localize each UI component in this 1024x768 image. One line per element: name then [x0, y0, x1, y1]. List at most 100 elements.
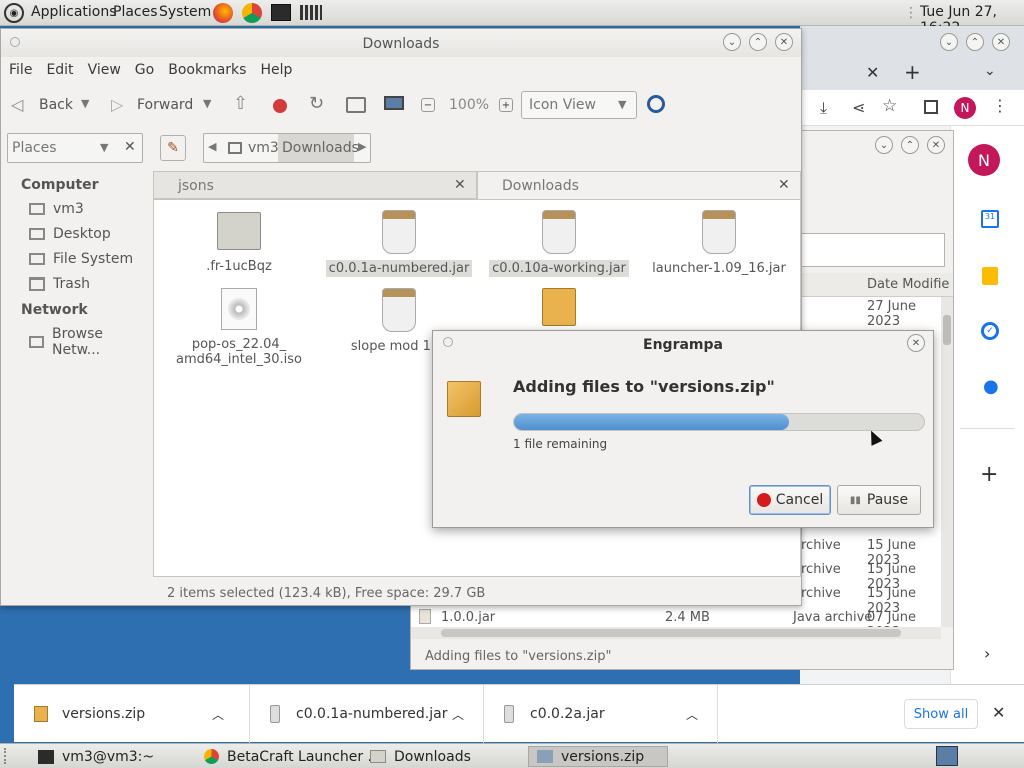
show-all-button[interactable]: Show all [904, 699, 978, 729]
chrome-menu-icon[interactable]: ⋮ [992, 96, 1008, 115]
zoom-in-icon[interactable]: + [499, 98, 513, 112]
sidebar-item-vm3[interactable]: vm3 [29, 201, 84, 217]
tab-close-icon[interactable]: ✕ [454, 177, 466, 193]
close-icon[interactable]: ✕ [775, 33, 793, 51]
profile-avatar[interactable]: N [954, 97, 976, 119]
side-avatar[interactable]: N [968, 144, 1000, 176]
sidebar-item-desktop[interactable]: Desktop [29, 226, 111, 242]
menu-help[interactable]: Help [260, 62, 292, 78]
path-right-icon[interactable]: ▶ [358, 140, 366, 153]
contacts-icon[interactable]: ● [983, 376, 999, 397]
sidebar-select[interactable]: Places ▼ ✕ [7, 133, 143, 163]
close-sidebar-icon[interactable]: ✕ [124, 139, 136, 155]
menu-view[interactable]: View [88, 62, 121, 78]
chrome-close-icon[interactable]: ✕ [992, 33, 1010, 51]
up-icon[interactable]: ⇧ [233, 93, 248, 114]
firefox-icon[interactable] [213, 3, 233, 23]
expand-panel-icon[interactable]: › [984, 644, 990, 663]
download-item[interactable]: c0.0.2a.jar ︿ [484, 685, 718, 743]
places-menu[interactable]: Places [113, 4, 158, 20]
back-history-icon[interactable]: ▼ [81, 97, 89, 110]
pause-button[interactable]: ▮▮ Pause [837, 485, 921, 515]
archive-hscrollbar[interactable] [411, 627, 941, 639]
calendar-icon[interactable]: 31 [981, 210, 999, 228]
task-chrome[interactable]: BetaCraft Launcher ... [204, 746, 381, 767]
chrome-maximize-icon[interactable]: ⌃ [966, 33, 984, 51]
task-terminal[interactable]: vm3@vm3:~ [38, 746, 154, 767]
archive-minimize-icon[interactable]: ⌄ [875, 136, 893, 154]
archive-vscrollbar[interactable] [941, 297, 953, 627]
workspace-switcher[interactable] [936, 746, 958, 766]
menu-bookmarks[interactable]: Bookmarks [168, 62, 246, 78]
file-item[interactable] [484, 288, 634, 332]
file-item[interactable]: .fr-1ucBqz [164, 210, 314, 275]
task-versions-zip[interactable]: versions.zip [528, 746, 668, 767]
chevron-up-icon[interactable]: ︿ [686, 706, 698, 723]
file-item[interactable]: c0.0.1a-numbered.jar [324, 210, 474, 277]
stop-icon[interactable] [273, 99, 287, 113]
view-mode-select[interactable]: Icon View ▼ [521, 91, 637, 119]
forward-button[interactable]: Forward [137, 97, 193, 113]
file-item[interactable]: launcher-1.09_16.jar [644, 210, 794, 277]
edit-location-icon[interactable]: ✎ [160, 135, 186, 161]
chrome-minimize-icon[interactable]: ⌄ [940, 33, 958, 51]
home-icon[interactable] [346, 97, 366, 113]
minimize-icon[interactable]: ⌄ [723, 33, 741, 51]
dialog-close-icon[interactable]: ✕ [907, 334, 925, 352]
tab-close-icon[interactable]: ✕ [866, 63, 879, 82]
sidebar-item-network[interactable]: Browse Netw... [29, 326, 147, 358]
computer-icon[interactable] [384, 96, 404, 110]
system-menu[interactable]: System [159, 4, 211, 20]
row-size: 2.4 MB [665, 610, 710, 625]
column-date-header[interactable]: Date Modifie [867, 277, 949, 292]
row-name[interactable]: 1.0.0.jar [441, 610, 495, 625]
tab-downloads[interactable]: Downloads ✕ [477, 171, 801, 199]
share-icon[interactable]: ⋖ [852, 98, 865, 117]
mate-logo-icon[interactable]: ◉ [4, 3, 24, 23]
reload-icon[interactable]: ↻ [309, 93, 324, 114]
path-segment[interactable]: vm3 [248, 140, 279, 156]
maximize-icon[interactable]: ⌃ [749, 33, 767, 51]
new-tab-icon[interactable]: + [904, 60, 921, 84]
keep-icon[interactable] [982, 267, 998, 285]
file-item[interactable]: pop-os_22.04_ amd64_intel_30.iso [164, 288, 314, 368]
zoom-out-icon[interactable]: − [421, 98, 435, 112]
task-downloads[interactable]: Downloads [370, 746, 471, 767]
add-panel-icon[interactable]: + [980, 462, 998, 487]
cancel-button[interactable]: Cancel [749, 485, 831, 515]
applications-menu[interactable]: Applications [31, 4, 117, 20]
zoom-level[interactable]: 100% [449, 97, 489, 113]
archive-close-icon[interactable]: ✕ [927, 136, 945, 154]
chevron-up-icon[interactable]: ︿ [212, 706, 224, 723]
archive-maximize-icon[interactable]: ⌃ [901, 136, 919, 154]
search-icon[interactable] [647, 95, 665, 113]
terminal-launcher-icon[interactable] [271, 4, 291, 21]
forward-arrow-icon[interactable]: ▷ [111, 95, 123, 114]
sidebar-item-trash[interactable]: Trash [29, 276, 90, 292]
chevron-up-icon[interactable]: ︿ [452, 706, 464, 723]
path-segment-current[interactable]: Downloads [278, 134, 359, 162]
forward-history-icon[interactable]: ▼ [203, 97, 211, 110]
back-arrow-icon[interactable]: ◁ [11, 95, 23, 114]
path-left-icon[interactable]: ◀ [208, 140, 216, 153]
menu-edit[interactable]: Edit [46, 62, 73, 78]
tab-jsons[interactable]: jsons ✕ [153, 171, 477, 199]
download-item[interactable]: c0.0.1a-numbered.jar ︿ [250, 685, 484, 743]
back-button[interactable]: Back [39, 97, 73, 113]
workspace-icon[interactable] [300, 5, 322, 20]
archive-search-box[interactable] [791, 233, 945, 267]
close-downloads-icon[interactable]: ✕ [992, 703, 1005, 722]
download-item[interactable]: versions.zip ︿ [14, 685, 250, 743]
tab-close-icon[interactable]: ✕ [778, 177, 790, 193]
sidebar-item-filesystem[interactable]: File System [29, 251, 133, 267]
menu-file[interactable]: File [9, 62, 32, 78]
bookmark-star-icon[interactable]: ☆ [882, 96, 897, 116]
file-item[interactable]: c0.0.10a-working.jar [484, 210, 634, 277]
side-panel-icon[interactable] [924, 100, 938, 114]
disc-image-icon [221, 288, 257, 330]
menu-go[interactable]: Go [135, 62, 154, 78]
install-app-icon[interactable]: ⤓ [820, 98, 827, 118]
tab-search-icon[interactable]: ⌄ [984, 63, 996, 79]
tasks-icon[interactable]: ✓ [981, 322, 999, 340]
chrome-launcher-icon[interactable] [242, 3, 262, 23]
